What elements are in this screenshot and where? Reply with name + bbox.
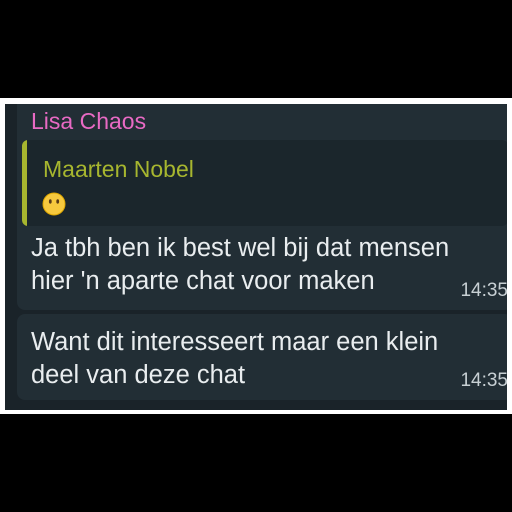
reply-quote[interactable]: Maarten Nobel [22,140,507,226]
message-line: Ja tbh ben ik best wel bij dat mensen [31,234,450,262]
message-bubble[interactable]: Lisa Chaos Maarten Nobel Ja tbh ben ik b… [17,104,507,310]
message-bubble[interactable]: Want dit interesseert maar een klein dee… [17,314,507,400]
message-text: Ja tbh ben ik best wel bij dat mensen hi… [31,232,449,298]
message-text: Want dit interesseert maar een klein dee… [31,326,438,392]
quote-author: Maarten Nobel [43,156,194,182]
message-line: Want dit interesseert maar een klein [31,328,439,356]
message-line: deel van deze chat [31,361,246,389]
message-timestamp: 14:35 [460,370,507,391]
quote-accent-bar [22,140,27,226]
face-without-mouth-icon [42,192,66,216]
sender-name[interactable]: Lisa Chaos [31,107,146,135]
message-line: hier 'n aparte chat voor maken [31,267,375,295]
chat-view[interactable]: Lisa Chaos Maarten Nobel Ja tbh ben ik b… [5,104,507,410]
message-timestamp: 14:35 [460,280,507,301]
